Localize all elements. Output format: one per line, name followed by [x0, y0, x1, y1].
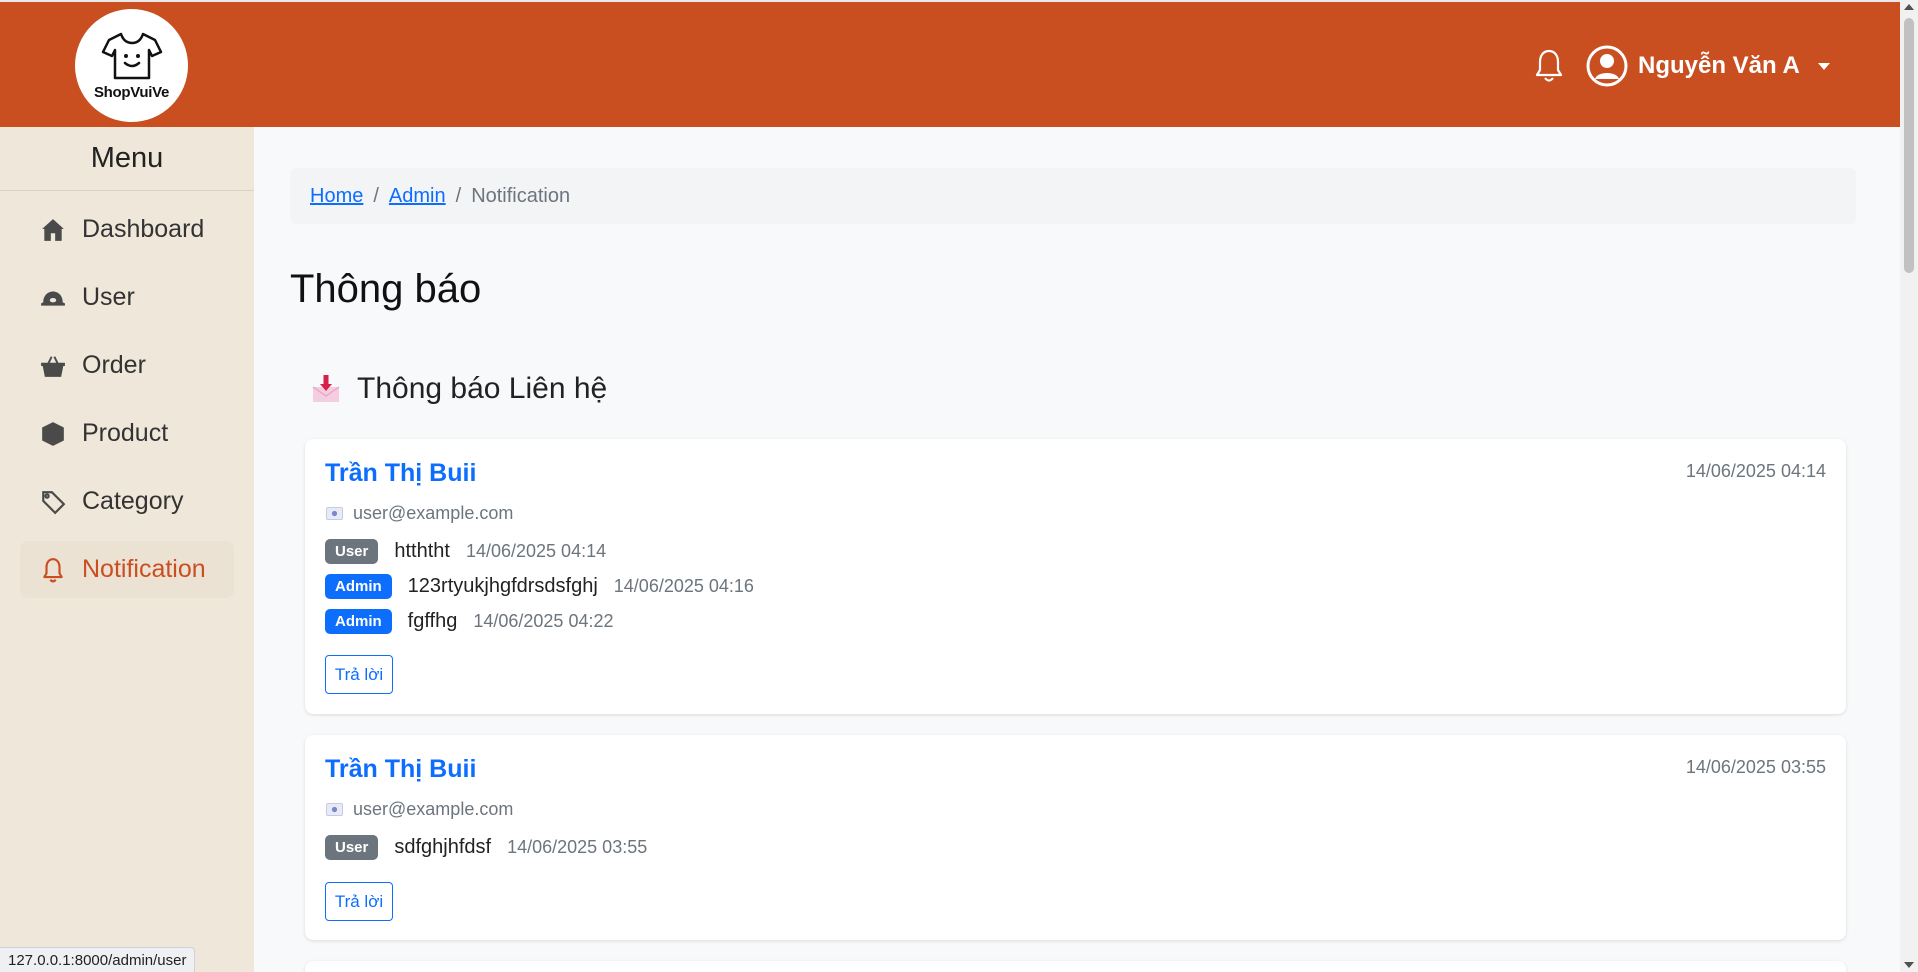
breadcrumb-current: Notification: [471, 184, 571, 207]
basket-icon: [41, 355, 65, 377]
message-time: 14/06/2025 04:16: [613, 576, 754, 596]
sidebar-item-notification[interactable]: Notification: [20, 541, 234, 598]
sidebar: Menu Dashboard User Order Product Catego…: [0, 127, 254, 972]
role-badge: User: [325, 539, 379, 564]
message-text: fgffhg: [407, 610, 458, 632]
breadcrumb: Home / Admin / Notification: [290, 168, 1856, 224]
sidebar-item-category[interactable]: Category: [20, 473, 234, 530]
tag-icon: [42, 490, 66, 514]
email-row: user@example.com: [326, 503, 513, 524]
breadcrumb-home-link[interactable]: Home: [310, 185, 363, 208]
bell-icon[interactable]: [1533, 48, 1565, 84]
top-header: ShopVuiVe Nguyễn Văn A: [0, 0, 1900, 127]
sender-name[interactable]: Trần Thị Buii: [325, 459, 476, 488]
sidebar-item-label: User: [82, 283, 135, 311]
sender-name[interactable]: Trần Thị Buii: [325, 755, 476, 784]
role-badge: Admin: [325, 609, 392, 634]
message-text: 123rtyukjhgfdrsdsfghj: [407, 575, 598, 597]
home-icon: [42, 218, 64, 241]
notification-card: [305, 961, 1846, 972]
user-circle-icon: [1586, 45, 1628, 87]
user-hat-icon: [41, 291, 65, 306]
email-row: user@example.com: [326, 799, 513, 820]
scroll-down-arrow-icon[interactable]: [1904, 962, 1914, 968]
shop-logo[interactable]: ShopVuiVe: [75, 9, 188, 122]
message-time: 14/06/2025 04:14: [465, 541, 607, 561]
message-row: User sdfghjhfdsf 14/06/2025 03:55: [325, 835, 647, 860]
message-time: 14/06/2025 04:22: [473, 611, 614, 631]
scroll-up-arrow-icon[interactable]: [1904, 4, 1914, 10]
inbox-tray-icon: [312, 375, 340, 402]
sidebar-item-user[interactable]: User: [20, 269, 234, 326]
sidebar-item-dashboard[interactable]: Dashboard: [20, 201, 234, 258]
box-icon: [42, 421, 64, 446]
message-time: 14/06/2025 03:55: [507, 837, 648, 857]
message-row: Admin fgffhg 14/06/2025 04:22: [325, 609, 614, 634]
chevron-down-icon: [1817, 62, 1830, 70]
main-content: Home / Admin / Notification Thông báo Th…: [254, 127, 1900, 972]
page-title: Thông báo: [290, 267, 482, 311]
reply-button[interactable]: Trả lời: [325, 655, 393, 694]
sidebar-item-label: Category: [82, 487, 184, 515]
sidebar-item-label: Product: [82, 419, 169, 447]
sender-email: user@example.com: [353, 799, 514, 819]
scroll-thumb[interactable]: [1904, 18, 1914, 273]
notification-card: Trần Thị Buii 14/06/2025 04:14 user@exam…: [305, 439, 1846, 714]
notification-card: Trần Thị Buii 14/06/2025 03:55 user@exam…: [305, 735, 1846, 940]
user-dropdown[interactable]: Nguyễn Văn A: [1586, 45, 1830, 87]
envelope-icon: [326, 803, 343, 816]
breadcrumb-admin-link[interactable]: Admin: [389, 185, 446, 208]
user-name: Nguyễn Văn A: [1638, 52, 1800, 79]
status-url: 127.0.0.1:8000/admin/user: [0, 947, 196, 972]
sidebar-item-label: Order: [82, 351, 146, 379]
message-text: htththt: [394, 540, 450, 562]
message-text: sdfghjhfdsf: [394, 836, 492, 858]
bell-icon: [43, 557, 63, 582]
logo-text: ShopVuiVe: [93, 84, 170, 101]
message-row: User htththt 14/06/2025 04:14: [325, 539, 606, 564]
message-row: Admin 123rtyukjhgfdrsdsfghj 14/06/2025 0…: [325, 574, 754, 599]
breadcrumb-separator: /: [455, 184, 462, 207]
reply-button[interactable]: Trả lời: [325, 882, 393, 921]
sidebar-item-label: Dashboard: [82, 215, 205, 243]
role-badge: Admin: [325, 574, 392, 599]
sidebar-nav: Dashboard User Order Product Category No…: [0, 191, 254, 619]
sidebar-item-product[interactable]: Product: [20, 405, 234, 462]
sidebar-item-order[interactable]: Order: [20, 337, 234, 394]
breadcrumb-separator: /: [373, 184, 379, 207]
notification-time: 14/06/2025 03:55: [1685, 757, 1826, 777]
page-scrollbar[interactable]: [1900, 0, 1918, 972]
role-badge: User: [325, 835, 379, 860]
section-title: Thông báo Liên hệ: [310, 372, 607, 406]
menu-title: Menu: [0, 127, 254, 191]
envelope-icon: [326, 507, 343, 520]
sidebar-item-label: Notification: [82, 555, 206, 583]
tshirt-icon: [101, 32, 162, 80]
notification-time: 14/06/2025 04:14: [1685, 461, 1826, 481]
sender-email: user@example.com: [353, 503, 514, 523]
section-title-text: Thông báo Liên hệ: [357, 372, 608, 405]
